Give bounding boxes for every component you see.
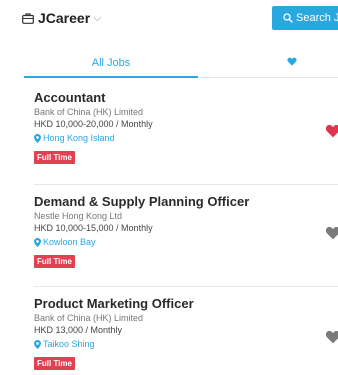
job-tabs: All Jobs [24, 52, 338, 78]
job-company: Nestle Hong Kong Ltd [34, 211, 123, 221]
location-pin-icon [34, 339, 41, 349]
tab-all-jobs[interactable]: All Jobs [24, 52, 198, 78]
location-pin-icon [34, 133, 41, 143]
job-location-label: Taikoo Shing [43, 339, 95, 349]
heart-icon [287, 57, 297, 66]
divider [34, 286, 338, 287]
favorite-heart-icon[interactable] [325, 330, 338, 344]
job-location-label: Hong Kong Island [43, 133, 115, 143]
job-salary: HKD 10,000-20,000 / Monthly [34, 119, 153, 129]
job-location: Taikoo Shing [34, 339, 338, 349]
chevron-down-icon: ⌵ [93, 11, 102, 24]
job-salary: HKD 13,000 / Monthly [34, 325, 123, 335]
search-jobs-label: Search Jobs [296, 12, 338, 24]
job-title: Accountant [34, 90, 106, 105]
brand-switcher[interactable]: JCareer ⌵ [22, 10, 102, 26]
job-card[interactable]: Accountant Bank of China (HK) Limited HK… [34, 90, 338, 165]
job-company: Bank of China (HK) Limited [34, 107, 144, 117]
job-type-badge: Full Time [34, 151, 75, 164]
job-location-label: Kowloon Bay [43, 237, 96, 247]
tab-favorites[interactable] [198, 52, 338, 78]
job-title: Product Marketing Officer [34, 296, 194, 311]
job-type-badge: Full Time [34, 255, 75, 268]
job-salary: HKD 10,000-15,000 / Monthly [34, 223, 153, 233]
divider [34, 184, 338, 185]
app-header: JCareer ⌵ Search Jobs [0, 0, 338, 36]
favorite-heart-icon[interactable] [325, 226, 338, 240]
location-pin-icon [34, 237, 41, 247]
briefcase-icon [22, 12, 34, 24]
job-type-badge: Full Time [34, 357, 75, 370]
job-card[interactable]: Demand & Supply Planning Officer Nestle … [34, 194, 338, 269]
job-title: Demand & Supply Planning Officer [34, 194, 250, 209]
job-card[interactable]: Product Marketing Officer Bank of China … [34, 296, 338, 371]
search-jobs-button[interactable]: Search Jobs [272, 6, 338, 30]
job-company: Bank of China (HK) Limited [34, 313, 144, 323]
favorite-heart-icon[interactable] [325, 124, 338, 138]
job-location: Kowloon Bay [34, 237, 338, 247]
search-icon [283, 13, 293, 23]
brand-name: JCareer [38, 10, 91, 26]
job-location: Hong Kong Island [34, 133, 338, 143]
